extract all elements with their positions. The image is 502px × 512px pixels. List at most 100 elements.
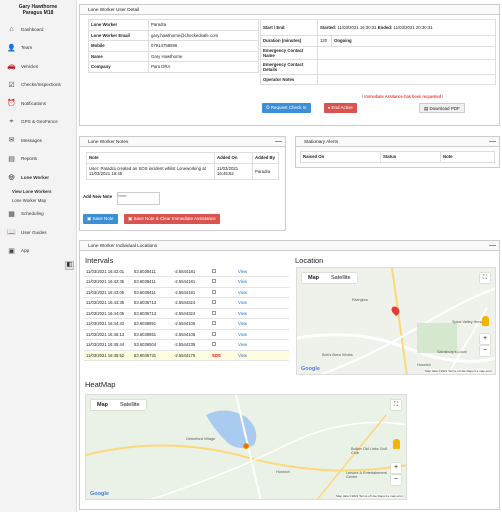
sidebar-item-lone-worker[interactable]: ◎ Lone Worker xyxy=(0,168,76,187)
locations-panel-header: Lone Worker Individual Locations — xyxy=(80,241,499,251)
view-link[interactable]: View xyxy=(236,276,289,288)
detail-value: Gary Hawthorne xyxy=(148,50,259,62)
duration-label: Duration (minutes) xyxy=(260,35,318,47)
end-active-button[interactable]: ⏹ End Active xyxy=(324,103,357,113)
view-link[interactable]: View xyxy=(236,297,289,309)
main: Lone Worker User Detail Lone Worker Parad… xyxy=(79,0,502,512)
panel-title: Lone Worker User Detail xyxy=(88,7,140,12)
map-type-toggle: Map Satellite xyxy=(91,400,146,410)
table-row: 11/03/2021 16:42:35 53.6038411 -2.5544181 V… xyxy=(84,276,289,288)
sidebar-item-reports[interactable]: ▤ Reports xyxy=(0,150,76,169)
interval-lat: 53.6036504 xyxy=(132,339,172,351)
heatmap-title: HeatMap xyxy=(85,380,116,389)
sidebar-item-app[interactable]: ▣ App xyxy=(0,242,76,261)
view-link[interactable]: View xyxy=(236,339,289,351)
map-place: Bob's Brew Works xyxy=(322,353,353,357)
view-link[interactable]: View xyxy=(236,266,289,277)
interval-select-cell xyxy=(210,339,236,351)
collapse-sidebar-button[interactable]: ◧ xyxy=(65,261,74,270)
note-input[interactable] xyxy=(117,192,160,205)
ec-name-label: Emergency Contact Name xyxy=(260,45,318,60)
check-icon: ☑ xyxy=(8,81,15,89)
minimize-icon[interactable]: — xyxy=(489,137,496,147)
sidebar-sub-view-lone-workers[interactable]: View Lone Workers xyxy=(0,187,76,196)
panel-title: Stationary Alerts xyxy=(304,139,339,144)
interval-checkbox[interactable] xyxy=(212,289,216,294)
col-header: Added By xyxy=(252,152,279,164)
report-icon: ▤ xyxy=(8,155,15,163)
interval-lat: 53.6038851 xyxy=(132,329,172,340)
view-link[interactable]: View xyxy=(236,318,289,330)
sidebar-item-label: Reports xyxy=(21,156,38,162)
sidebar-item-user-guides[interactable]: 📖 User Guides xyxy=(0,223,76,242)
interval-checkbox[interactable] xyxy=(212,331,216,336)
satellite-tab[interactable]: Satellite xyxy=(325,273,357,283)
sidebar-item-scheduling[interactable]: ▦ Scheduling xyxy=(0,205,76,224)
interval-time: 11/03/2021 16:43:05 xyxy=(84,287,132,298)
sidebar-item-gps[interactable]: ⌖ GPS & GeoFence xyxy=(0,113,76,132)
detail-value: Para DRA xyxy=(148,61,259,73)
interval-select-cell xyxy=(210,318,236,330)
zoom-in-button[interactable]: + xyxy=(480,334,490,344)
fullscreen-icon[interactable]: ⛶ xyxy=(480,273,490,283)
sidebar-item-team[interactable]: 👤 Team xyxy=(0,39,76,58)
bell-icon: ⏰ xyxy=(7,100,16,108)
interval-lng: -2.5544181 xyxy=(172,276,210,288)
notes-panel-header: Lone Worker Notes — xyxy=(80,137,285,147)
save-note-button[interactable]: ▣ Save Note xyxy=(83,214,118,224)
sidebar-item-messages[interactable]: ✉ Messages xyxy=(0,131,76,150)
view-link[interactable]: View xyxy=(236,350,289,361)
zoom-in-button[interactable]: + xyxy=(391,463,401,473)
zoom-out-button[interactable]: − xyxy=(480,346,490,356)
location-map[interactable]: Rivington Horwich Spice Valley Horwich B… xyxy=(296,267,496,375)
sidebar-item-label: Scheduling xyxy=(21,211,44,217)
panel-title: Lone Worker Notes xyxy=(88,139,129,144)
satellite-tab[interactable]: Satellite xyxy=(114,400,146,410)
map-tab[interactable]: Map xyxy=(302,273,325,283)
status-value: Ongoing xyxy=(331,35,496,47)
interval-lng: -2.5544324 xyxy=(172,308,210,319)
view-link[interactable]: View xyxy=(236,308,289,319)
location-title: Location xyxy=(295,256,324,265)
gps-icon: ⌖ xyxy=(9,117,14,125)
sidebar-item-label: Lone Worker xyxy=(21,174,49,180)
sidebar-item-notifications[interactable]: ⏰ Notifications xyxy=(0,94,76,113)
map-attribution[interactable]: Map data ©2021 Terms of Use Report a map… xyxy=(425,369,492,373)
map-attribution[interactable]: Map data ©2021 Terms of Use Report a map… xyxy=(336,494,403,498)
download-pdf-button[interactable]: ▤ Download PDF xyxy=(419,103,465,113)
sidebar-item-dashboard[interactable]: ⌂ Dashboard xyxy=(0,20,76,39)
sidebar-item-vehicles[interactable]: 🚗 Vehicles xyxy=(0,57,76,76)
interval-select-cell xyxy=(210,276,236,288)
interval-checkbox[interactable] xyxy=(212,342,216,347)
save-clear-button[interactable]: ▣ Save Note & Clear Immediate Assistance xyxy=(124,214,220,224)
intervals-title: Intervals xyxy=(85,256,114,265)
sidebar-sub-lone-worker-map[interactable]: Lone Worker Map xyxy=(0,196,76,205)
view-link[interactable]: View xyxy=(236,329,289,340)
notes-table: Note Added On Added By User: Paradra cre… xyxy=(86,152,279,180)
minimize-icon[interactable]: — xyxy=(489,241,496,251)
interval-checkbox[interactable] xyxy=(212,310,216,315)
interval-checkbox[interactable] xyxy=(212,300,216,305)
heatmap-map[interactable]: Grimeford Village Horwich Bolton Old Lin… xyxy=(85,394,407,500)
sidebar-item-checks[interactable]: ☑ Checks/Inspections xyxy=(0,76,76,95)
interval-time: 11/03/2021 16:45:44 xyxy=(84,339,132,351)
sos-badge: SOS xyxy=(212,352,221,358)
start-end-value: Started: 11/03/2021 16:30:31 Ended: 11/0… xyxy=(317,19,496,36)
heat-spot xyxy=(243,443,249,449)
panel-title: Lone Worker Individual Locations xyxy=(88,243,158,248)
interval-checkbox[interactable] xyxy=(212,279,216,284)
request-check-in-button[interactable]: ⏲ Request Check In xyxy=(262,103,311,113)
pegman-icon[interactable] xyxy=(393,439,400,449)
map-place: Bolton Old Links Golf Club xyxy=(351,447,387,455)
interval-checkbox[interactable] xyxy=(212,268,216,273)
minimize-icon[interactable]: — xyxy=(275,137,282,147)
interval-checkbox[interactable] xyxy=(212,321,216,326)
interval-time: 11/03/2021 16:42:01 xyxy=(84,266,132,277)
interval-time: 11/03/2021 16:44:43 xyxy=(84,318,132,330)
interval-select-cell: SOS xyxy=(210,350,236,361)
map-tab[interactable]: Map xyxy=(91,400,114,410)
zoom-out-button[interactable]: − xyxy=(391,475,401,485)
view-link[interactable]: View xyxy=(236,287,289,298)
pegman-icon[interactable] xyxy=(482,316,489,326)
fullscreen-icon[interactable]: ⛶ xyxy=(391,400,401,410)
